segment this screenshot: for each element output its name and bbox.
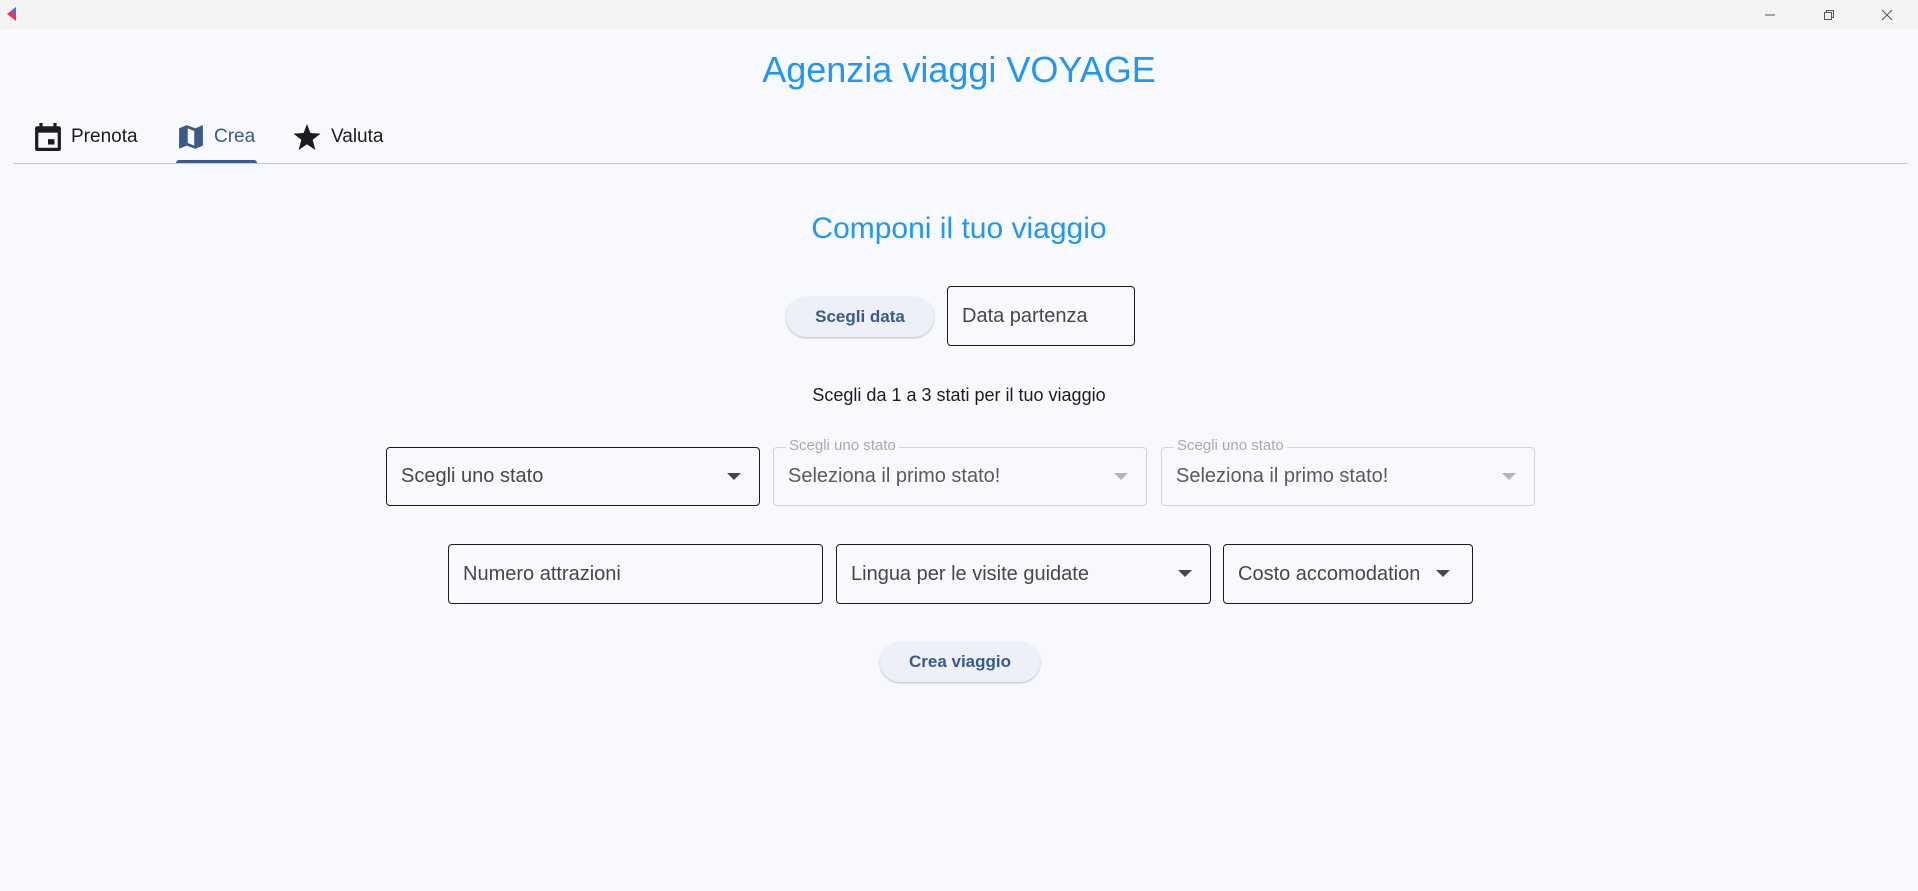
state-select-3-label: Scegli uno stato — [1174, 437, 1287, 455]
maximize-button[interactable] — [1800, 0, 1858, 29]
chevron-down-icon — [1436, 570, 1450, 577]
tab-bar: Prenota Crea Valuta — [13, 110, 1908, 164]
minimize-icon — [1765, 14, 1775, 15]
map-icon — [179, 125, 203, 149]
close-icon — [1881, 9, 1893, 20]
restore-icon — [1824, 9, 1834, 20]
tab-divider — [13, 163, 1908, 164]
chevron-down-icon — [727, 472, 741, 480]
language-select-value: Lingua per le visite guidate — [851, 562, 1089, 585]
create-trip-button[interactable]: Crea viaggio — [880, 642, 1040, 682]
attractions-count-field[interactable]: Numero attrazioni — [448, 544, 823, 604]
window-titlebar — [0, 0, 1918, 29]
departure-date-field[interactable]: Data partenza — [947, 286, 1135, 346]
state-select-3-value: Seleziona il primo stato! — [1176, 465, 1389, 487]
cost-select[interactable]: Costo accomodation — [1223, 544, 1473, 604]
attractions-count-placeholder: Numero attrazioni — [463, 562, 621, 585]
tab-valuta[interactable]: Valuta — [293, 110, 383, 164]
language-select[interactable]: Lingua per le visite guidate — [836, 544, 1211, 604]
state-select-2: Scegli uno stato Seleziona il primo stat… — [773, 437, 1147, 506]
section-title: Componi il tuo viaggio — [811, 212, 1107, 245]
app-title: Agenzia viaggi VOYAGE — [762, 49, 1156, 90]
state-select-1[interactable]: Scegli uno stato — [386, 447, 760, 506]
tab-crea-label: Crea — [214, 126, 256, 147]
chevron-down-icon — [1178, 570, 1192, 577]
choose-date-button[interactable]: Scegli data — [786, 297, 934, 337]
state-select-2-label: Scegli uno stato — [786, 437, 899, 455]
minimize-button[interactable] — [1741, 0, 1799, 29]
chevron-down-icon — [1114, 472, 1128, 480]
app-logo-icon — [7, 7, 16, 21]
state-select-3: Scegli uno stato Seleziona il primo stat… — [1161, 437, 1535, 506]
departure-date-placeholder: Data partenza — [962, 304, 1088, 327]
calendar-icon — [35, 123, 61, 151]
tab-prenota-label: Prenota — [71, 126, 138, 147]
chevron-down-icon — [1502, 472, 1516, 480]
tab-crea[interactable]: Crea — [176, 110, 258, 164]
close-button[interactable] — [1858, 0, 1916, 29]
state-select-1-value: Scegli uno stato — [401, 465, 544, 487]
star-icon — [293, 124, 321, 150]
states-instructions: Scegli da 1 a 3 stati per il tuo viaggio — [812, 385, 1106, 405]
tab-valuta-label: Valuta — [331, 126, 384, 147]
state-select-2-value: Seleziona il primo stato! — [788, 465, 1001, 487]
tab-prenota[interactable]: Prenota — [35, 110, 138, 164]
cost-select-value: Costo accomodation — [1238, 562, 1421, 585]
